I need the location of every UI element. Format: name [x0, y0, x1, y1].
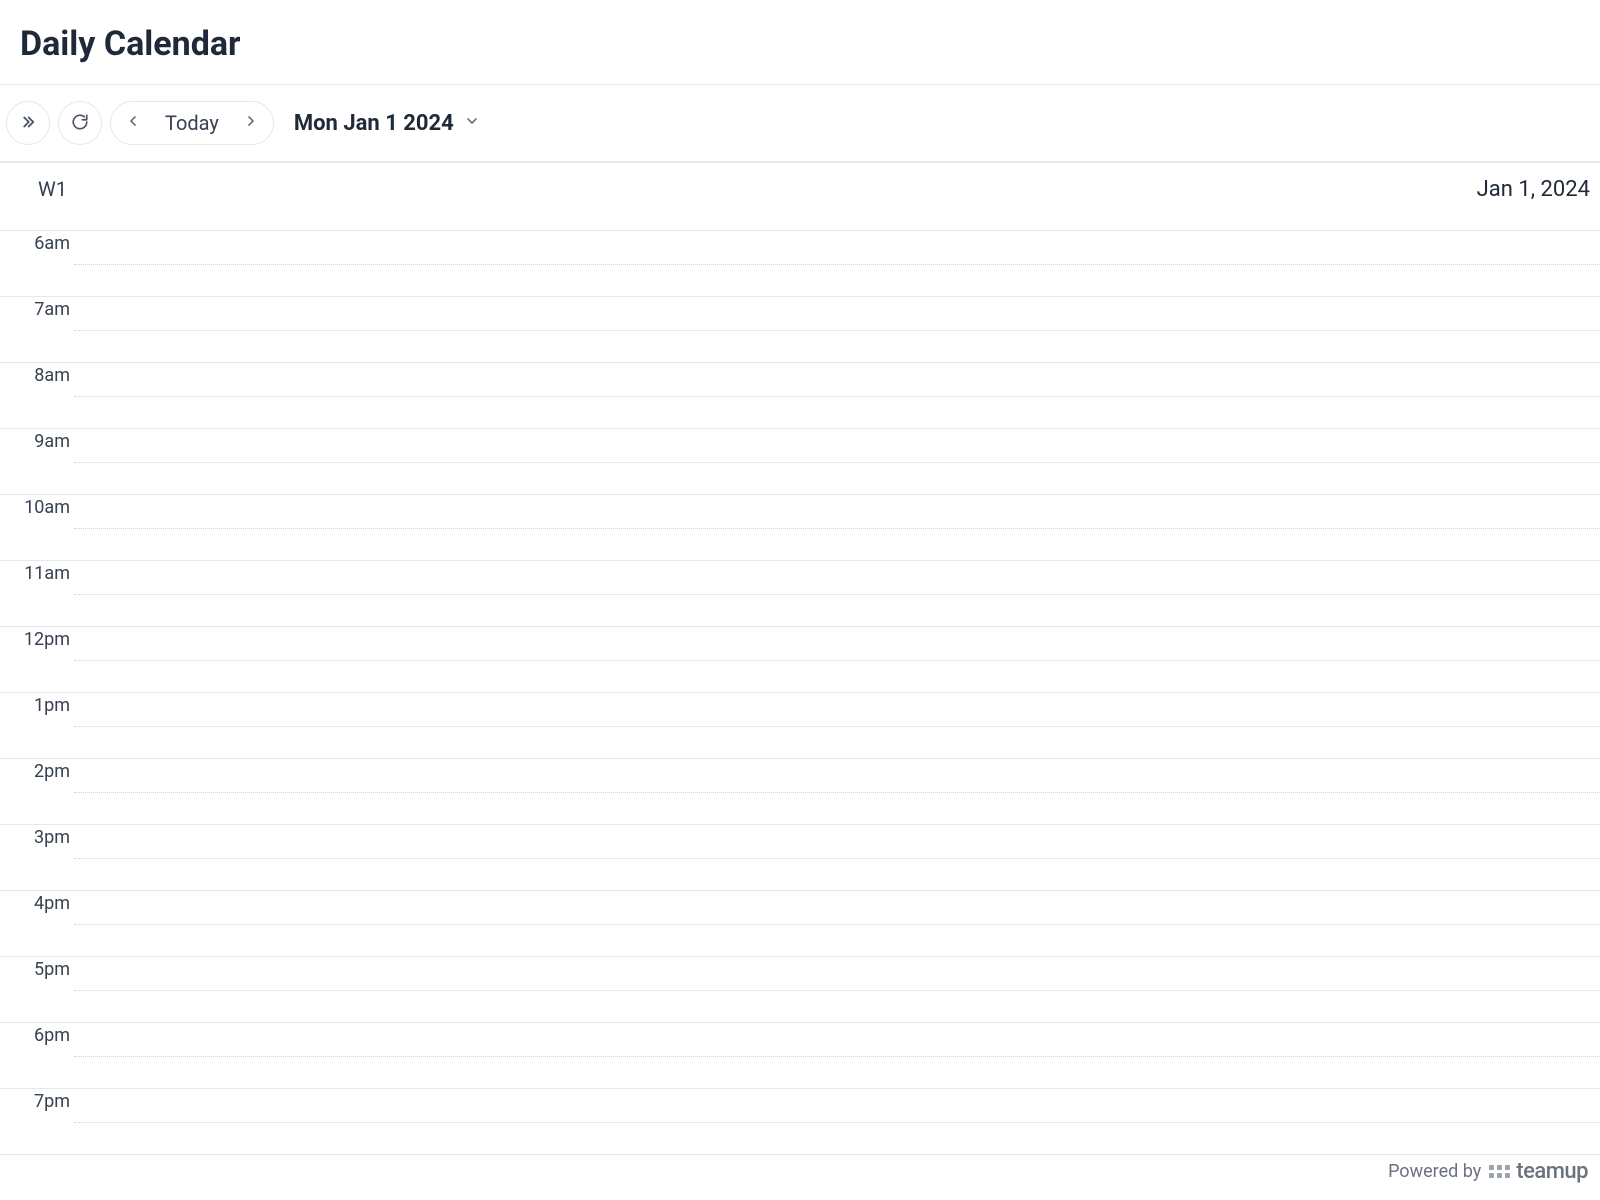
refresh-button[interactable] [58, 101, 102, 145]
page-title: Daily Calendar [20, 24, 1580, 64]
time-label: 3pm [0, 825, 74, 890]
calendar-container: W1 Jan 1, 2024 6am 7am 8am 9am 10am 11am [0, 162, 1600, 1155]
time-label: 11am [0, 561, 74, 626]
time-row: 6am [0, 231, 1600, 297]
prev-day-button[interactable] [115, 105, 151, 141]
time-slot[interactable] [74, 363, 1600, 428]
teamup-brand-text: teamup [1516, 1159, 1588, 1184]
time-slot[interactable] [74, 693, 1600, 758]
time-row: 4pm [0, 891, 1600, 957]
time-slot[interactable] [74, 759, 1600, 824]
time-label: 9am [0, 429, 74, 494]
time-row: 6pm [0, 1023, 1600, 1089]
chevron-left-icon [125, 113, 141, 133]
time-slot[interactable] [74, 627, 1600, 692]
header: Daily Calendar [0, 0, 1600, 85]
time-row: 2pm [0, 759, 1600, 825]
week-label: W1 [38, 177, 67, 201]
current-date-text: Mon Jan 1 2024 [294, 111, 454, 136]
date-picker-trigger[interactable]: Mon Jan 1 2024 [294, 111, 480, 136]
time-label: 12pm [0, 627, 74, 692]
time-row: 12pm [0, 627, 1600, 693]
time-slot[interactable] [74, 297, 1600, 362]
time-row: 10am [0, 495, 1600, 561]
time-slot[interactable] [74, 1023, 1600, 1088]
time-label: 6am [0, 231, 74, 296]
next-day-button[interactable] [233, 105, 269, 141]
teamup-logo-icon [1489, 1165, 1510, 1178]
today-button[interactable]: Today [151, 105, 233, 141]
refresh-icon [71, 113, 89, 134]
time-label: 1pm [0, 693, 74, 758]
time-row: 3pm [0, 825, 1600, 891]
time-row: 7pm [0, 1089, 1600, 1155]
powered-by-label: Powered by [1388, 1161, 1481, 1182]
time-label: 7pm [0, 1089, 74, 1154]
time-label: 4pm [0, 891, 74, 956]
time-row: 11am [0, 561, 1600, 627]
day-header: W1 Jan 1, 2024 [0, 163, 1600, 231]
time-label: 6pm [0, 1023, 74, 1088]
time-label: 7am [0, 297, 74, 362]
date-nav-group: Today [110, 101, 274, 145]
time-row: 5pm [0, 957, 1600, 1023]
time-label: 8am [0, 363, 74, 428]
time-slot[interactable] [74, 957, 1600, 1022]
time-slot[interactable] [74, 495, 1600, 560]
day-date: Jan 1, 2024 [1477, 177, 1590, 202]
chevron-down-icon [464, 113, 480, 133]
time-row: 9am [0, 429, 1600, 495]
time-label: 2pm [0, 759, 74, 824]
footer: Powered by teamup [1378, 1155, 1588, 1188]
toolbar: Today Mon Jan 1 2024 [0, 85, 1600, 162]
time-row: 8am [0, 363, 1600, 429]
time-slot[interactable] [74, 891, 1600, 956]
expand-sidebar-button[interactable] [6, 101, 50, 145]
chevron-double-right-icon [19, 113, 37, 134]
time-slot[interactable] [74, 231, 1600, 296]
time-slot[interactable] [74, 825, 1600, 890]
time-slot[interactable] [74, 561, 1600, 626]
time-label: 10am [0, 495, 74, 560]
time-slot[interactable] [74, 429, 1600, 494]
today-label: Today [165, 111, 219, 135]
time-row: 1pm [0, 693, 1600, 759]
chevron-right-icon [243, 113, 259, 133]
time-row: 7am [0, 297, 1600, 363]
time-slot[interactable] [74, 1089, 1600, 1154]
time-grid: 6am 7am 8am 9am 10am 11am 12pm 1pm [0, 231, 1600, 1155]
teamup-link[interactable]: teamup [1489, 1159, 1588, 1184]
time-label: 5pm [0, 957, 74, 1022]
